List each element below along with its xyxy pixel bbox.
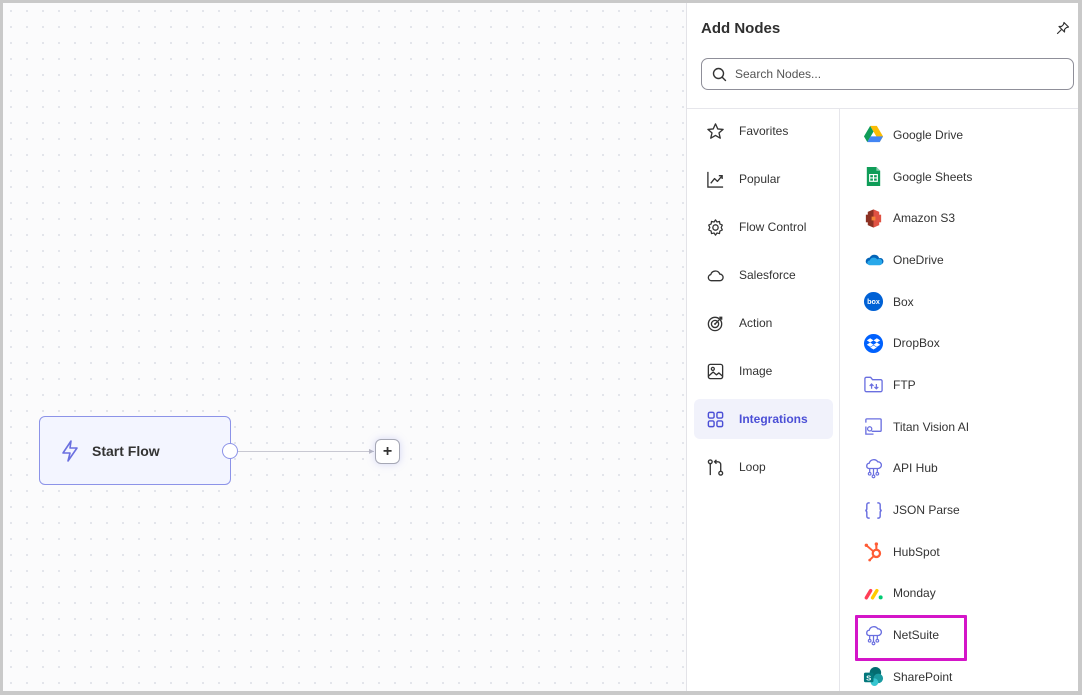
sharepoint-icon: S (863, 667, 884, 687)
integration-list: Google Drive Google Sheets Amazon S3 One… (849, 114, 1075, 695)
integration-label: API Hub (893, 461, 938, 476)
integration-netsuite[interactable]: NetSuite (849, 614, 1075, 661)
integration-onedrive[interactable]: OneDrive (849, 239, 1075, 281)
integration-label: Box (893, 294, 914, 309)
trend-chart-icon (707, 171, 724, 188)
ftp-folder-icon (864, 377, 883, 393)
integration-ftp[interactable]: FTP (849, 364, 1075, 406)
grid-icon (707, 411, 724, 427)
google-drive-icon (863, 126, 884, 143)
svg-text:box: box (867, 298, 880, 306)
panel-title: Add Nodes (701, 20, 781, 37)
google-sheets-icon (866, 166, 881, 187)
integration-label: SharePoint (893, 669, 953, 684)
add-node-button[interactable]: + (375, 439, 400, 464)
monday-icon (864, 588, 883, 600)
category-popular[interactable]: Popular (694, 159, 833, 199)
integration-label: Titan Vision AI (893, 419, 970, 434)
category-action[interactable]: Action (694, 303, 833, 343)
vision-ai-icon (865, 418, 882, 435)
search-box[interactable] (701, 58, 1074, 90)
integration-api-hub[interactable]: API Hub (849, 448, 1075, 490)
loop-icon (707, 458, 724, 476)
dropbox-icon (863, 333, 884, 353)
integration-sharepoint[interactable]: S SharePoint (849, 656, 1075, 695)
netsuite-icon (866, 625, 883, 645)
category-favorites[interactable]: Favorites (694, 111, 833, 151)
category-label: Action (739, 316, 773, 330)
category-label: Flow Control (739, 220, 807, 234)
integration-label: HubSpot (893, 544, 940, 559)
onedrive-icon (865, 255, 884, 266)
gear-icon (708, 218, 723, 236)
category-flow-control[interactable]: Flow Control (694, 207, 833, 247)
category-label: Favorites (739, 124, 789, 138)
star-icon (707, 122, 724, 139)
integration-label: FTP (893, 377, 916, 392)
amazon-s3-icon (865, 209, 882, 228)
integration-label: Google Drive (893, 127, 964, 142)
start-flow-node[interactable]: Start Flow (39, 416, 231, 485)
hubspot-icon (864, 542, 882, 562)
category-salesforce[interactable]: Salesforce (694, 255, 833, 295)
integration-google-sheets[interactable]: Google Sheets (849, 156, 1075, 198)
search-icon (712, 67, 727, 81)
category-loop[interactable]: Loop (694, 447, 833, 487)
integration-label: Monday (893, 586, 936, 601)
svg-text:S: S (866, 674, 871, 683)
category-label: Salesforce (739, 268, 796, 282)
panel-divider (687, 108, 1079, 109)
integration-box[interactable]: box Box (849, 281, 1075, 323)
integration-dropbox[interactable]: DropBox (849, 322, 1075, 364)
category-list: Favorites Popular Flow Control Salesforc… (694, 111, 833, 495)
add-nodes-panel: Add Nodes Favorites Popular Flow Control… (686, 3, 1079, 691)
integration-amazon-s3[interactable]: Amazon S3 (849, 197, 1075, 239)
integration-json-parse[interactable]: JSON Parse (849, 489, 1075, 531)
lightning-icon (62, 439, 78, 462)
integration-label: NetSuite (893, 628, 940, 643)
integration-hubspot[interactable]: HubSpot (849, 531, 1075, 573)
integration-label: Google Sheets (893, 169, 973, 184)
category-label: Image (739, 364, 773, 378)
integration-monday[interactable]: Monday (849, 573, 1075, 615)
integration-label: DropBox (893, 336, 940, 351)
edge-arrow-icon: ▸ (369, 446, 375, 457)
flow-canvas[interactable] (3, 3, 687, 691)
category-label: Popular (739, 172, 781, 186)
braces-icon (863, 501, 884, 519)
category-image[interactable]: Image (694, 351, 833, 391)
category-label: Loop (739, 460, 766, 474)
integration-titan-vision-ai[interactable]: Titan Vision AI (849, 406, 1075, 448)
target-icon (707, 316, 723, 331)
category-label: Integrations (739, 412, 808, 426)
integration-google-drive[interactable]: Google Drive (849, 114, 1075, 156)
api-hub-icon (866, 458, 883, 479)
image-icon (707, 363, 724, 379)
start-flow-label: Start Flow (92, 442, 160, 459)
connection-edge (238, 451, 374, 452)
cloud-icon (707, 269, 724, 281)
integration-label: OneDrive (893, 252, 944, 267)
integration-label: Amazon S3 (893, 211, 956, 226)
box-icon: box (863, 292, 884, 312)
pin-icon[interactable] (1056, 21, 1070, 35)
integration-label: JSON Parse (893, 503, 960, 518)
column-divider (839, 109, 840, 691)
search-input[interactable] (735, 67, 1055, 81)
category-integrations[interactable]: Integrations (694, 399, 833, 439)
output-port[interactable] (222, 443, 238, 459)
